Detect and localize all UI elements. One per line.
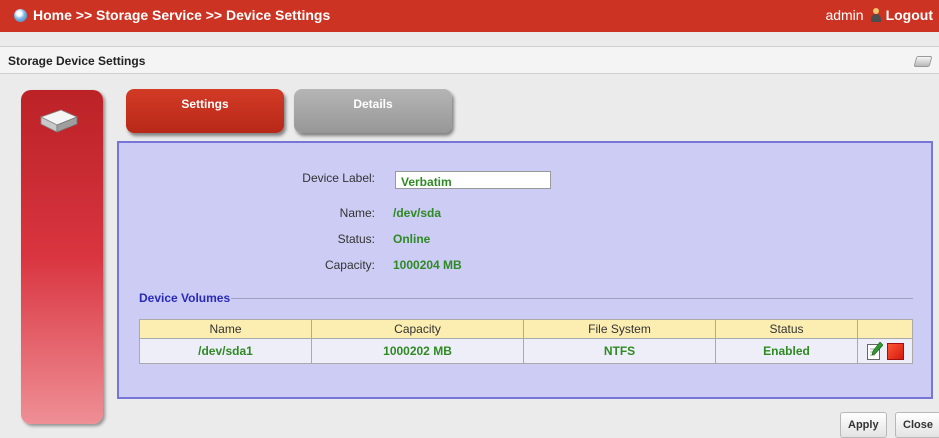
settings-panel: Device Label: Verbatim Name: /dev/sda St… xyxy=(117,141,933,399)
storage-device-icon xyxy=(913,56,933,67)
volume-name: /dev/sda1 xyxy=(139,338,312,364)
home-globe-icon[interactable] xyxy=(14,8,27,22)
section-divider xyxy=(231,298,913,299)
close-button[interactable]: Close xyxy=(895,412,939,438)
name-caption: Name: xyxy=(339,206,375,220)
device-label-input[interactable]: Verbatim xyxy=(395,171,551,189)
username: admin xyxy=(825,7,864,23)
capacity-caption: Capacity: xyxy=(324,258,375,272)
hard-drive-icon xyxy=(39,109,79,133)
page-title: Storage Device Settings xyxy=(8,54,146,68)
apply-button[interactable]: Apply xyxy=(840,412,887,438)
table-header-row: Name Capacity File System Status xyxy=(139,319,913,339)
device-label-caption: Device Label: xyxy=(302,171,375,185)
breadcrumb[interactable]: Home >> Storage Service >> Device Settin… xyxy=(14,7,330,23)
volume-actions xyxy=(857,338,913,364)
volume-status: Enabled xyxy=(715,338,858,364)
page-header: Storage Device Settings xyxy=(0,46,939,74)
capacity-value: 1000204 MB xyxy=(393,258,462,272)
status-value: Online xyxy=(393,232,431,246)
volumes-table: Name Capacity File System Status /dev/sd… xyxy=(139,319,913,364)
volume-file-system: NTFS xyxy=(523,338,716,364)
table-row[interactable]: /dev/sda1 1000202 MB NTFS Enabled xyxy=(139,338,913,364)
tab-details[interactable]: Details xyxy=(294,89,452,133)
user-area: admin Logout xyxy=(825,7,933,23)
name-value: /dev/sda xyxy=(393,206,442,220)
breadcrumb-text[interactable]: Home >> Storage Service >> Device Settin… xyxy=(33,7,330,23)
column-header-actions xyxy=(857,319,913,339)
user-icon xyxy=(870,8,882,22)
column-header-file-system: File System xyxy=(523,319,716,339)
status-caption: Status: xyxy=(337,232,375,246)
top-bar: Home >> Storage Service >> Device Settin… xyxy=(0,0,939,32)
logout-link[interactable]: Logout xyxy=(886,7,933,23)
sidebar xyxy=(21,90,103,424)
edit-icon[interactable] xyxy=(866,342,883,360)
column-header-name: Name xyxy=(139,319,312,339)
column-header-capacity: Capacity xyxy=(311,319,524,339)
delete-icon[interactable] xyxy=(886,342,904,360)
tab-settings[interactable]: Settings xyxy=(126,89,284,133)
device-volumes-heading: Device Volumes xyxy=(139,291,231,305)
column-header-status: Status xyxy=(715,319,858,339)
volume-capacity: 1000202 MB xyxy=(311,338,524,364)
